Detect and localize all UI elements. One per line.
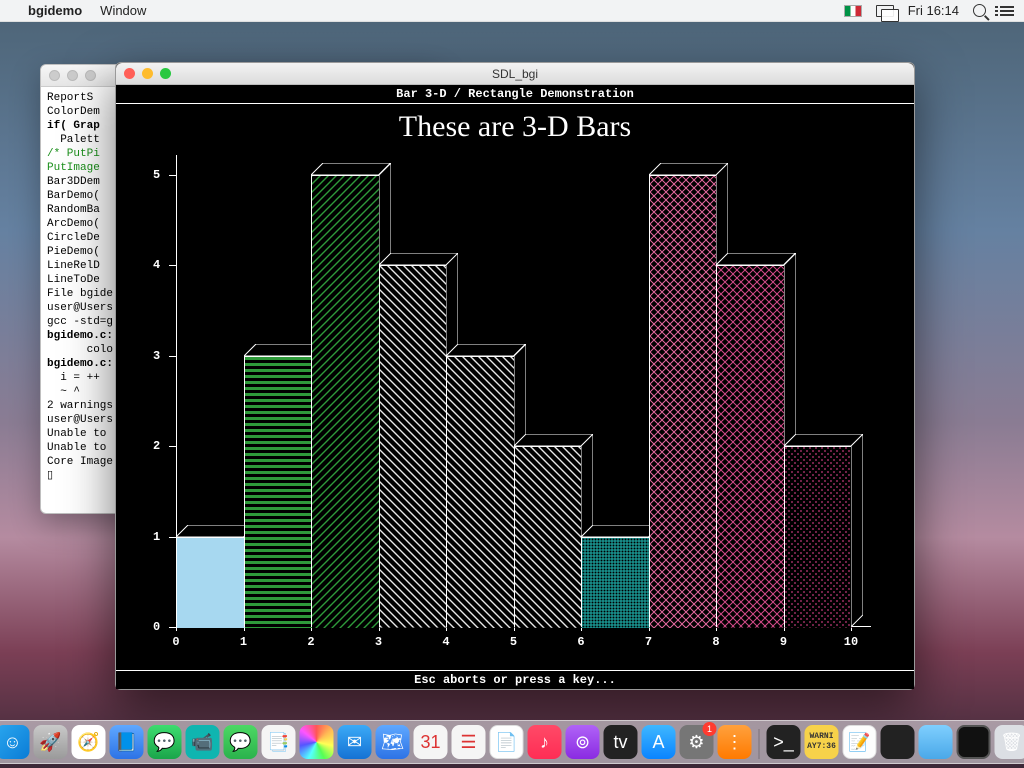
spotlight-icon[interactable] xyxy=(973,4,986,17)
dock-shortcuts[interactable]: ⋮ xyxy=(718,725,752,759)
minimize-icon[interactable] xyxy=(67,70,78,81)
x-tick-label: 2 xyxy=(307,635,314,649)
zoom-icon[interactable] xyxy=(85,70,96,81)
demo-header: Bar 3-D / Rectangle Demonstration xyxy=(116,85,914,104)
minimize-icon[interactable] xyxy=(142,68,153,79)
dock-calendar[interactable]: 31 xyxy=(414,725,448,759)
clock[interactable]: Fri 16:14 xyxy=(908,3,959,18)
dock-finder[interactable]: ☺ xyxy=(0,725,30,759)
x-tick-label: 3 xyxy=(375,635,382,649)
dock-display[interactable] xyxy=(957,725,991,759)
display-mirror-icon[interactable] xyxy=(876,5,894,17)
dock: ☺🚀🧭📘💬📹💬📑✉🗺31☰📄♪⊚tvA⚙1⋮>_WARNI AY7:36📝🗑 xyxy=(0,720,1024,764)
x-tick-label: 5 xyxy=(510,635,517,649)
dock-podcasts[interactable]: ⊚ xyxy=(566,725,600,759)
dock-terminal1[interactable]: >_ xyxy=(767,725,801,759)
menubar: bgidemo Window Fri 16:14 xyxy=(0,0,1024,22)
y-tick-label: 5 xyxy=(153,168,160,182)
zoom-icon[interactable] xyxy=(160,68,171,79)
y-tick-label: 0 xyxy=(153,620,160,634)
menu-window[interactable]: Window xyxy=(100,3,146,18)
dock-reminders[interactable]: ☰ xyxy=(452,725,486,759)
dock-preferences[interactable]: ⚙1 xyxy=(680,725,714,759)
dock-music[interactable]: ♪ xyxy=(528,725,562,759)
app-name[interactable]: bgidemo xyxy=(28,3,82,18)
chart-title: These are 3-D Bars xyxy=(116,110,914,144)
y-tick-label: 1 xyxy=(153,530,160,544)
dock-tv[interactable]: tv xyxy=(604,725,638,759)
input-source-flag-icon[interactable] xyxy=(844,5,862,17)
dock-downloads[interactable] xyxy=(919,725,953,759)
badge: 1 xyxy=(703,722,717,736)
dock-trash[interactable]: 🗑 xyxy=(995,725,1024,759)
dock-separator xyxy=(759,729,760,759)
dock-safari[interactable]: 🧭 xyxy=(72,725,106,759)
y-tick-label: 2 xyxy=(153,439,160,453)
dock-appstore[interactable]: A xyxy=(642,725,676,759)
dock-imessage[interactable]: 💬 xyxy=(224,725,258,759)
x-tick-label: 0 xyxy=(172,635,179,649)
chart-area: 012345012345678910 xyxy=(171,155,871,645)
window-title: SDL_bgi xyxy=(492,67,538,81)
dock-messages[interactable]: 💬 xyxy=(148,725,182,759)
y-tick-label: 3 xyxy=(153,349,160,363)
dock-mail[interactable]: ✉ xyxy=(338,725,372,759)
dock-stickies[interactable]: 📑 xyxy=(262,725,296,759)
x-tick-label: 10 xyxy=(844,635,858,649)
x-tick-label: 7 xyxy=(645,635,652,649)
dock-pages[interactable]: 📄 xyxy=(490,725,524,759)
bgi-titlebar[interactable]: SDL_bgi xyxy=(116,63,914,85)
dock-launchpad[interactable]: 🚀 xyxy=(34,725,68,759)
close-icon[interactable] xyxy=(124,68,135,79)
x-tick-label: 6 xyxy=(577,635,584,649)
demo-footer: Esc aborts or press a key... xyxy=(116,670,914,689)
x-tick-label: 9 xyxy=(780,635,787,649)
dock-terminal2[interactable] xyxy=(881,725,915,759)
x-tick-label: 8 xyxy=(712,635,719,649)
dock-notes-app[interactable]: 📘 xyxy=(110,725,144,759)
bgi-canvas: Bar 3-D / Rectangle Demonstration These … xyxy=(116,85,914,689)
dock-maps[interactable]: 🗺 xyxy=(376,725,410,759)
y-tick-label: 4 xyxy=(153,258,160,272)
dock-photos[interactable] xyxy=(300,725,334,759)
dock-textedit[interactable]: 📝 xyxy=(843,725,877,759)
close-icon[interactable] xyxy=(49,70,60,81)
dock-facetime[interactable]: 📹 xyxy=(186,725,220,759)
bar xyxy=(784,446,864,627)
dock-console[interactable]: WARNI AY7:36 xyxy=(805,725,839,759)
x-tick-label: 1 xyxy=(240,635,247,649)
notification-center-icon[interactable] xyxy=(1000,6,1014,16)
sdl-bgi-window[interactable]: SDL_bgi Bar 3-D / Rectangle Demonstratio… xyxy=(115,62,915,690)
x-tick-label: 4 xyxy=(442,635,449,649)
